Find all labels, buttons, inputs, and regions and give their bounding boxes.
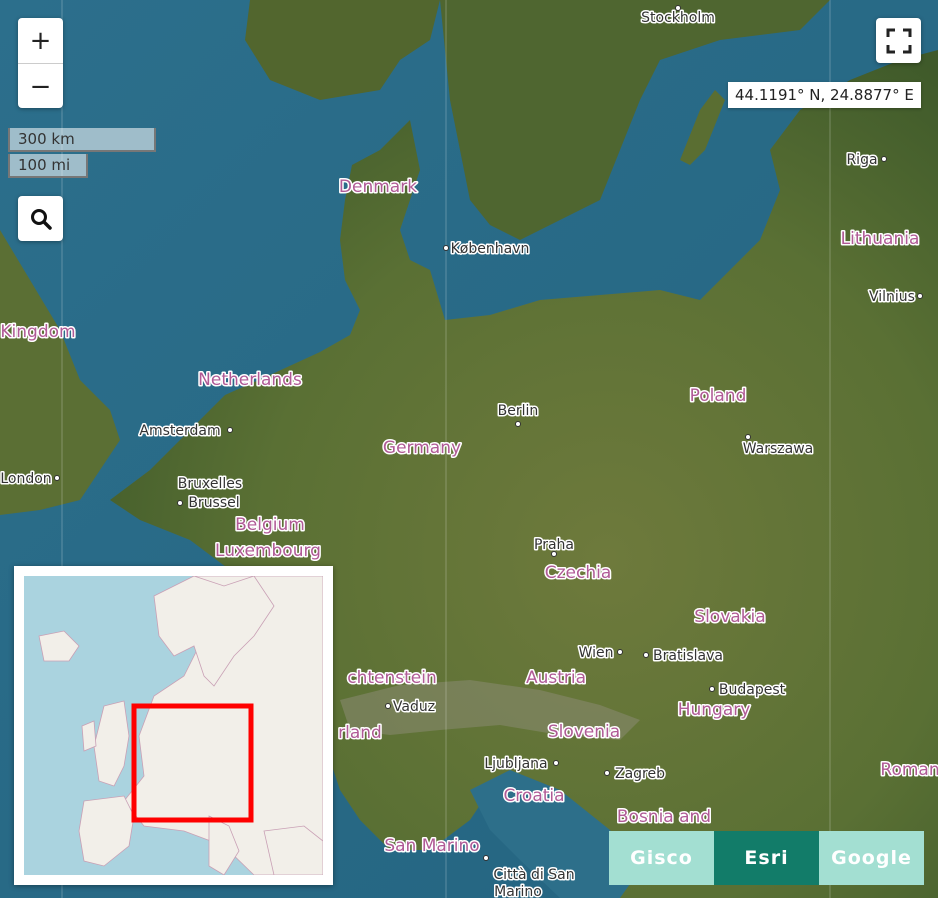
country-lithuania: Lithuania	[841, 229, 920, 249]
city-bratislava: Bratislava	[653, 648, 723, 664]
city-dot	[604, 770, 610, 776]
layer-gisco-button[interactable]: Gisco	[609, 831, 714, 885]
city-dot	[643, 652, 649, 658]
country-liechtenstein: chtenstein	[347, 668, 437, 688]
layer-google-button[interactable]: Google	[819, 831, 924, 885]
city-stockholm: Stockholm	[641, 10, 715, 26]
city-london: London	[0, 471, 51, 487]
country-switzerland: rland	[338, 723, 382, 743]
city-citta-di-san-marino: Città di San	[493, 867, 574, 883]
fullscreen-icon	[886, 28, 911, 53]
city-vaduz: Vaduz	[393, 699, 435, 715]
city-dot	[617, 649, 623, 655]
basemap-switcher: Gisco Esri Google	[609, 831, 924, 885]
city-dot	[54, 475, 60, 481]
country-belgium: Belgium	[235, 515, 305, 535]
city-dot	[385, 703, 391, 709]
city-dot	[483, 855, 489, 861]
city-dot	[881, 156, 887, 162]
country-luxembourg: Luxembourg	[215, 541, 321, 561]
city-dot	[745, 434, 751, 440]
city-brussel: Brussel	[188, 495, 239, 511]
search-icon	[30, 208, 52, 230]
city-dot	[177, 500, 183, 506]
city-dot	[709, 686, 715, 692]
city-marino: Marino	[494, 884, 542, 898]
city-bruxelles: Bruxelles	[178, 476, 242, 492]
city-budapest: Budapest	[719, 682, 786, 698]
city-dot	[675, 5, 681, 11]
country-poland: Poland	[690, 386, 747, 406]
zoom-out-button[interactable]: −	[18, 64, 63, 109]
city-dot	[553, 760, 559, 766]
scale-bar-mi: 100 mi	[8, 154, 88, 178]
city-berlin: Berlin	[498, 403, 539, 419]
country-denmark: Denmark	[339, 177, 417, 197]
country-germany: Germany	[383, 438, 461, 458]
city-vilnius: Vilnius	[869, 289, 915, 305]
overview-map-canvas	[24, 576, 323, 875]
country-croatia: Croatia	[503, 786, 564, 806]
country-austria: Austria	[526, 668, 586, 688]
city-dot	[515, 421, 521, 427]
city-warszawa: Warszawa	[743, 441, 814, 457]
country-san-marino: San Marino	[384, 836, 479, 856]
city-riga: Riga	[846, 152, 877, 168]
city-dot	[227, 427, 233, 433]
country-romania: Roman	[880, 760, 938, 780]
city-ljubljana: Ljubljana	[484, 756, 547, 772]
city-dot	[551, 551, 557, 557]
city-dot	[917, 293, 923, 299]
country-hungary: Hungary	[678, 700, 751, 720]
city-dot	[443, 245, 449, 251]
city-praha: Praha	[534, 537, 574, 553]
country-slovenia: Slovenia	[548, 722, 620, 742]
country-slovakia: Slovakia	[694, 607, 765, 627]
overview-map[interactable]	[14, 566, 333, 885]
fullscreen-button[interactable]	[876, 18, 921, 63]
city-amsterdam: Amsterdam	[139, 423, 220, 439]
country-bosnia: Bosnia and	[617, 807, 711, 827]
zoom-control: + −	[18, 18, 63, 108]
city-zagreb: Zagreb	[615, 766, 665, 782]
scale-bar-km: 300 km	[8, 128, 156, 152]
search-button[interactable]	[18, 196, 63, 241]
layer-esri-button[interactable]: Esri	[714, 831, 819, 885]
country-united-kingdom: Kingdom	[0, 322, 75, 342]
country-netherlands: Netherlands	[198, 370, 302, 390]
zoom-in-button[interactable]: +	[18, 18, 63, 64]
city-wien: Wien	[579, 645, 614, 661]
mouse-coordinates: 44.1191° N, 24.8877° E	[728, 82, 921, 108]
country-czechia: Czechia	[545, 563, 612, 583]
city-kobenhavn: København	[451, 241, 530, 257]
